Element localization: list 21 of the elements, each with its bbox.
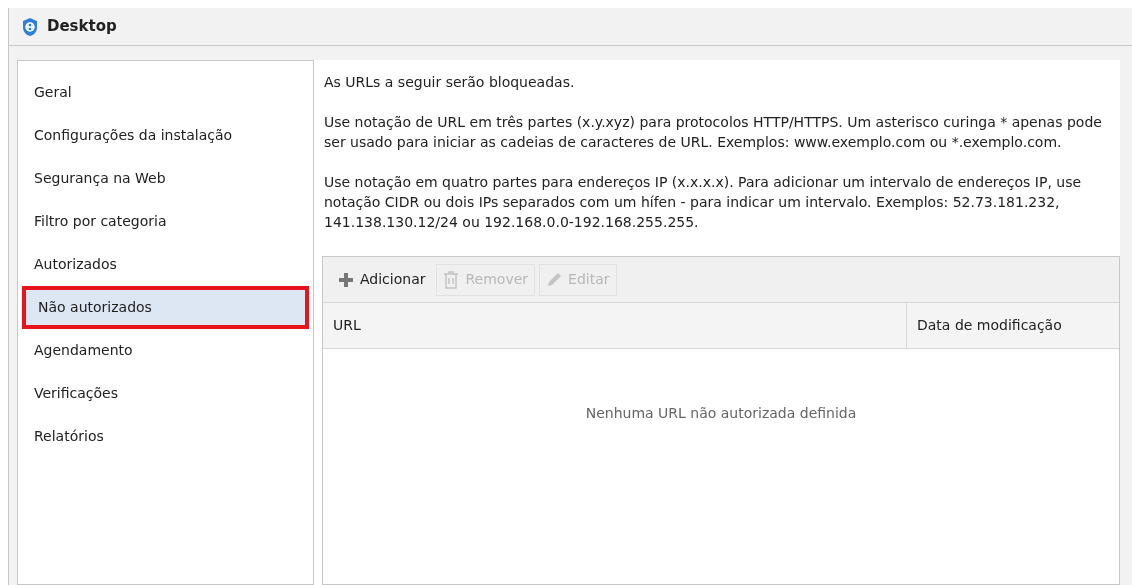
description-text: Use notação de URL em três partes (x.y.xyz) para protocolos HTTP/HTTPS. Um asterisco curinga * apenas pode ser usado para iniciar as cadeias de caracteres de URL. Exemplos: www.exemplo.com ou *.exemplo.com. xyxy=(324,113,1103,152)
window-title: Desktop xyxy=(47,16,117,38)
toolbar-button[interactable]: Adicionar xyxy=(331,263,433,296)
trash-icon xyxy=(443,270,460,289)
sidebar-item[interactable]: Não autorizados xyxy=(22,286,309,329)
shield-icon xyxy=(21,16,39,37)
sidebar-item[interactable]: Relatórios xyxy=(22,415,309,458)
description-text: Use notação em quatro partes para endereços IP (x.x.x.x). Para adicionar um intervalo de endereços IP, use notação CIDR ou dois IPs separados com um hífen - para indicar um intervalo. Exemplos: 52.73.181.232, 141.138.130.12/24 ou 192.168.0.0-192.168.255.255. xyxy=(324,173,1083,232)
plus-icon xyxy=(338,271,354,288)
column-header[interactable]: Data de modificação xyxy=(907,303,1119,348)
pencil-icon xyxy=(546,271,563,288)
sidebar-item[interactable]: Agendamento xyxy=(22,329,309,372)
sidebar-item[interactable]: Verificações xyxy=(22,372,309,415)
empty-message: Nenhuma URL não autorizada definida xyxy=(585,404,857,423)
sidebar-item[interactable]: Configurações da instalação xyxy=(22,114,309,157)
sidebar-item[interactable]: Geral xyxy=(22,71,309,114)
sidebar-item[interactable]: Segurança na Web xyxy=(22,157,309,200)
description-text: As URLs a seguir serão bloqueadas. xyxy=(324,73,576,92)
column-header[interactable]: URL xyxy=(323,303,907,348)
sidebar-item[interactable]: Autorizados xyxy=(22,243,309,286)
sidebar-item[interactable]: Filtro por categoria xyxy=(22,200,309,243)
